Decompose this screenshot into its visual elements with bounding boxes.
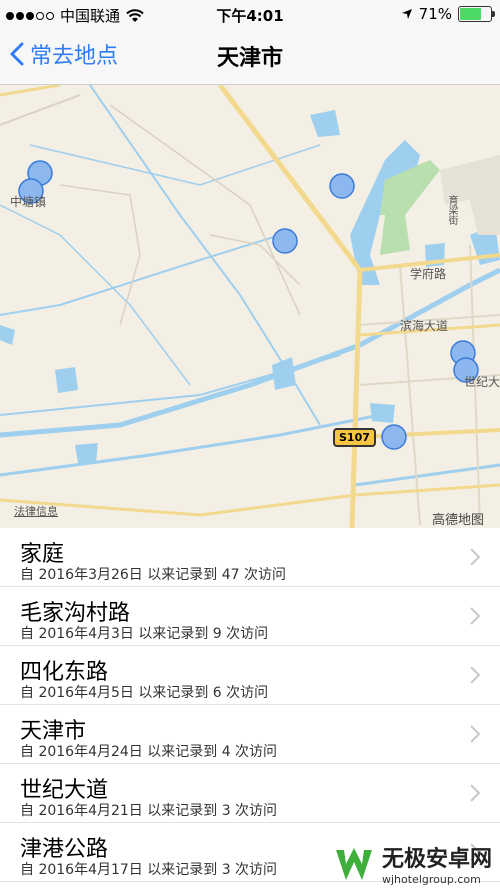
chevron-right-icon	[470, 784, 480, 802]
map-label-yulai: 育梁街	[446, 195, 457, 225]
navigation-bar: 常去地点 天津市	[0, 28, 500, 85]
map-view[interactable]: 中塘镇 育梁街 学府路 滨海大道 世纪大 S107 法律信息 高德地图	[0, 85, 500, 528]
places-list: 家庭 自 2016年3月26日 以来记录到 47 次访问 毛家沟村路 自 201…	[0, 528, 500, 882]
list-item[interactable]: 世纪大道 自 2016年4月21日 以来记录到 3 次访问	[0, 764, 500, 823]
list-item[interactable]: 毛家沟村路 自 2016年4月3日 以来记录到 9 次访问	[0, 587, 500, 646]
map-provider-logo: 高德地图	[432, 513, 485, 528]
visit-marker[interactable]	[381, 424, 407, 450]
list-item[interactable]: 四化东路 自 2016年4月5日 以来记录到 6 次访问	[0, 646, 500, 705]
place-detail: 自 2016年4月21日 以来记录到 3 次访问	[20, 803, 278, 819]
route-shield: S107	[333, 428, 376, 447]
map-label-shiji: 世纪大	[464, 375, 500, 389]
place-detail: 自 2016年4月24日 以来记录到 4 次访问	[20, 744, 278, 760]
place-detail: 自 2016年3月26日 以来记录到 47 次访问	[20, 567, 286, 583]
list-item[interactable]: 天津市 自 2016年4月24日 以来记录到 4 次访问	[0, 705, 500, 764]
location-arrow-icon	[401, 9, 412, 19]
visit-marker[interactable]	[329, 173, 355, 199]
place-detail: 自 2016年4月17日 以来记录到 3 次访问	[20, 862, 278, 878]
chevron-right-icon	[470, 666, 480, 684]
place-detail: 自 2016年4月5日 以来记录到 6 次访问	[20, 685, 269, 701]
chevron-right-icon	[470, 548, 480, 566]
map-label-binhai: 滨海大道	[400, 319, 449, 333]
list-item[interactable]: 家庭 自 2016年3月26日 以来记录到 47 次访问	[0, 528, 500, 587]
battery-percent: 71%	[418, 5, 452, 23]
chevron-right-icon	[470, 725, 480, 743]
watermark-logo-icon	[335, 847, 372, 880]
watermark: 无极安卓网 wjhotelgroup.com	[332, 841, 492, 886]
watermark-url: wjhotelgroup.com	[381, 873, 481, 886]
status-bar: 中国联通 下午4:01 71%	[0, 0, 500, 28]
watermark-brand: 无极安卓网	[381, 847, 492, 872]
page-title: 天津市	[216, 46, 283, 71]
visit-marker[interactable]	[272, 228, 298, 254]
status-right: 71%	[401, 5, 495, 23]
battery-icon	[458, 6, 495, 22]
legal-link[interactable]: 法律信息	[14, 503, 58, 519]
map-label-zhongtang: 中塘镇	[10, 195, 47, 209]
chevron-right-icon	[470, 607, 480, 625]
map-canvas	[0, 85, 500, 528]
place-detail: 自 2016年4月3日 以来记录到 9 次访问	[20, 626, 269, 642]
map-label-xuefu: 学府路	[410, 267, 447, 281]
